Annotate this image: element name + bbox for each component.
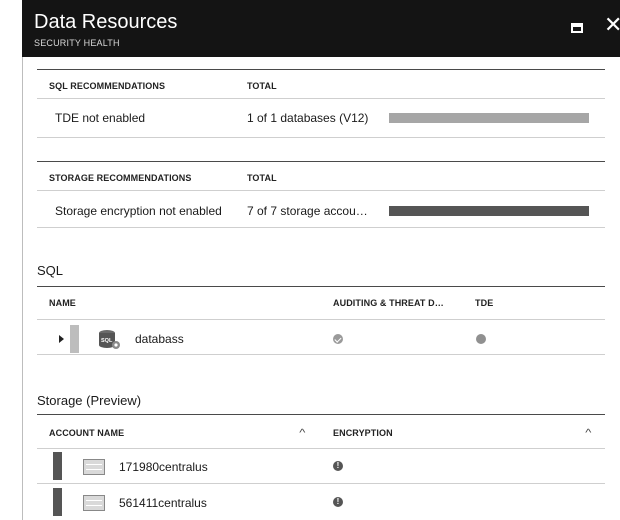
check-circle-icon (333, 334, 343, 344)
chevron-up-icon[interactable]: ^ (299, 428, 305, 439)
svg-text:SQL: SQL (101, 338, 113, 344)
storage-account-name[interactable]: 561411centralus (119, 496, 207, 510)
sql-auditing-header[interactable]: AUDITING & THREAT D… (333, 298, 444, 308)
storage-account-icon (83, 459, 105, 475)
row-accent-bar (70, 325, 79, 353)
maximize-icon[interactable] (571, 23, 583, 33)
recommendation-total: 1 of 1 databases (V12) (247, 111, 369, 125)
database-name[interactable]: databass (135, 332, 184, 346)
divider (37, 161, 605, 162)
divider (37, 98, 605, 99)
divider (37, 448, 605, 449)
blade-title: Data Resources (34, 11, 178, 33)
recommendation-progress-bar (389, 113, 589, 123)
divider (37, 319, 605, 320)
storage-encryption-header[interactable]: ENCRYPTION (333, 428, 393, 438)
storage-total-header: TOTAL (247, 173, 277, 183)
recommendation-progress-bar (389, 206, 589, 216)
sql-total-header: TOTAL (247, 81, 277, 91)
blade-subtitle: SECURITY HEALTH (34, 38, 120, 48)
row-accent-bar (53, 452, 62, 480)
sql-recommendations-header: SQL RECOMMENDATIONS (49, 81, 166, 91)
storage-account-name[interactable]: 171980centralus (119, 460, 208, 474)
divider (37, 69, 605, 70)
row-accent-bar (53, 488, 62, 516)
recommendation-name: TDE not enabled (55, 111, 146, 125)
storage-section-title: Storage (Preview) (37, 393, 142, 408)
storage-account-header[interactable]: ACCOUNT NAME (49, 428, 124, 438)
blade-content: SQL RECOMMENDATIONS TOTAL TDE not enable… (22, 57, 620, 520)
storage-account-icon (83, 495, 105, 511)
divider (37, 137, 605, 138)
divider (37, 286, 605, 287)
info-icon: ! (333, 497, 343, 507)
divider (37, 354, 605, 355)
divider (37, 414, 605, 415)
expand-caret-icon[interactable] (59, 335, 64, 343)
close-icon[interactable]: ✕ (604, 14, 620, 36)
gray-dot-icon (476, 334, 486, 344)
chevron-up-icon[interactable]: ^ (585, 428, 591, 439)
blade-header: Data Resources SECURITY HEALTH ✕ (22, 0, 620, 57)
recommendation-total: 7 of 7 storage accou… (247, 204, 368, 218)
sql-tde-header[interactable]: TDE (475, 298, 493, 308)
divider (37, 190, 605, 191)
recommendation-name: Storage encryption not enabled (55, 204, 222, 218)
info-icon: ! (333, 461, 343, 471)
divider (37, 483, 605, 484)
sql-name-header[interactable]: NAME (49, 298, 76, 308)
sql-section-title: SQL (37, 263, 64, 278)
divider (37, 227, 605, 228)
sql-database-icon: SQL (99, 330, 120, 349)
storage-recommendations-header: STORAGE RECOMMENDATIONS (49, 173, 192, 183)
